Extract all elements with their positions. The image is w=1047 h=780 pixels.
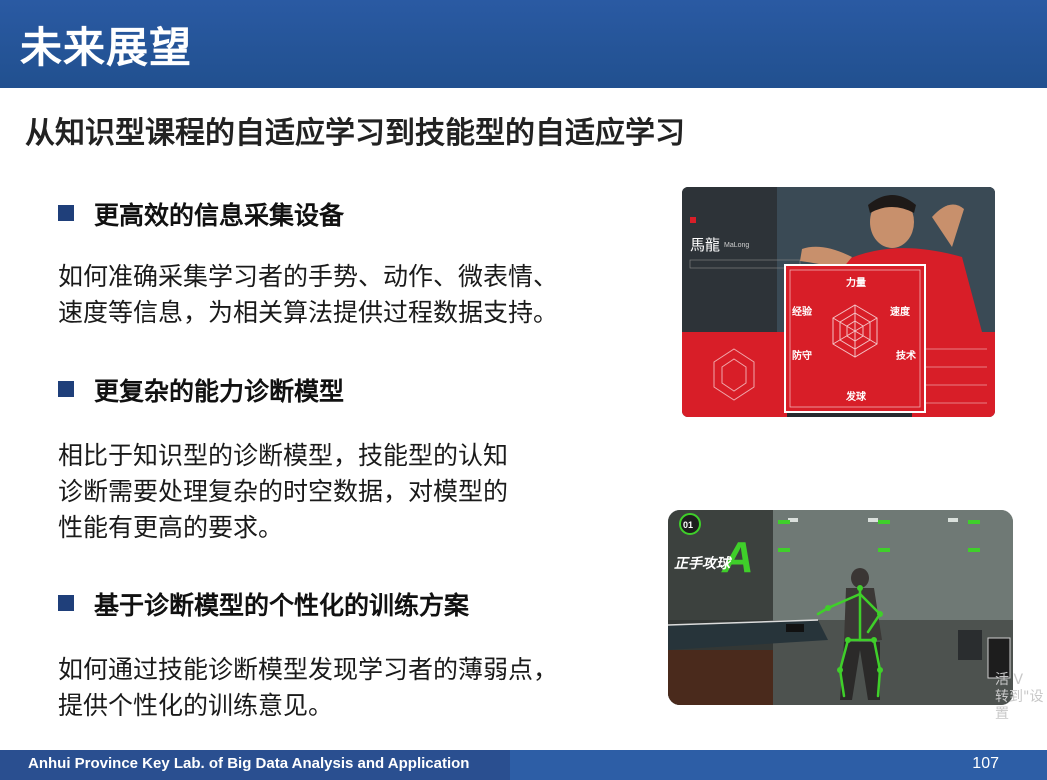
bullet-heading-1: 更高效的信息采集设备 bbox=[58, 196, 344, 232]
stroke-caption: 正手攻球 bbox=[674, 555, 733, 572]
step-badge: 01 bbox=[683, 520, 693, 530]
page-number: 107 bbox=[972, 755, 999, 772]
radar-label-defense: 防守 bbox=[792, 349, 812, 362]
paragraph-2: 相比于知识型的诊断模型，技能型的认知 诊断需要处理复杂的时空数据，对模型的 性能… bbox=[58, 438, 508, 546]
bullet-heading-2: 更复杂的能力诊断模型 bbox=[58, 372, 344, 408]
paragraph-line: 提供个性化的训练意见。 bbox=[58, 691, 334, 720]
player-name-latin: MaLong bbox=[724, 242, 749, 249]
square-bullet-icon bbox=[58, 205, 74, 221]
paragraph-line: 如何准确采集学习者的手势、动作、微表情、 bbox=[58, 262, 559, 291]
header-bar: 未来展望 bbox=[0, 0, 1047, 88]
footer-left-block: Anhui Province Key Lab. of Big Data Anal… bbox=[0, 750, 510, 780]
paragraph-line: 相比于知识型的诊断模型，技能型的认知 bbox=[58, 441, 509, 470]
slide-subtitle: 从知识型课程的自适应学习到技能型的自适应学习 bbox=[25, 116, 685, 151]
paragraph-line: 诊断需要处理复杂的时空数据，对模型的 bbox=[58, 477, 509, 506]
watermark-line: 活 V bbox=[995, 672, 1024, 688]
bullet-heading-text: 更高效的信息采集设备 bbox=[94, 201, 345, 230]
square-bullet-icon bbox=[58, 595, 74, 611]
slide-title: 未来展望 bbox=[20, 23, 193, 72]
paragraph-line: 性能有更高的要求。 bbox=[58, 513, 284, 542]
paragraph-3: 如何通过技能诊断模型发现学习者的薄弱点， 提供个性化的训练意见。 bbox=[58, 652, 558, 724]
square-bullet-icon bbox=[58, 381, 74, 397]
bullet-heading-3: 基于诊断模型的个性化的训练方案 bbox=[58, 586, 469, 622]
bullet-heading-text: 基于诊断模型的个性化的训练方案 bbox=[94, 591, 470, 620]
pose-tracking-image: 01 A 正手攻球 bbox=[668, 510, 1013, 705]
paragraph-1: 如何准确采集学习者的手势、动作、微表情、 速度等信息，为相关算法提供过程数据支持… bbox=[58, 259, 558, 331]
paragraph-line: 速度等信息，为相关算法提供过程数据支持。 bbox=[58, 298, 559, 327]
radar-label-serve: 发球 bbox=[845, 390, 867, 403]
footer-bar: Anhui Province Key Lab. of Big Data Anal… bbox=[0, 750, 1047, 780]
radar-label-technique: 技术 bbox=[896, 349, 916, 362]
watermark-line: 转到"设置 bbox=[995, 689, 1044, 722]
radar-label-power: 力量 bbox=[846, 276, 866, 289]
paragraph-line: 如何通过技能诊断模型发现学习者的薄弱点， bbox=[58, 655, 559, 684]
bullet-heading-text: 更复杂的能力诊断模型 bbox=[94, 377, 345, 406]
radar-label-experience: 经验 bbox=[792, 305, 813, 318]
player-profile-image: 馬龍 MaLong 力量 速度 技术 发球 防守 经验 bbox=[682, 187, 995, 417]
activation-watermark: 活 V 转到"设置 bbox=[995, 672, 1047, 723]
player-name: 馬龍 bbox=[690, 236, 720, 254]
radar-label-speed: 速度 bbox=[890, 305, 911, 318]
footer-lab-name: Anhui Province Key Lab. of Big Data Anal… bbox=[28, 755, 470, 772]
